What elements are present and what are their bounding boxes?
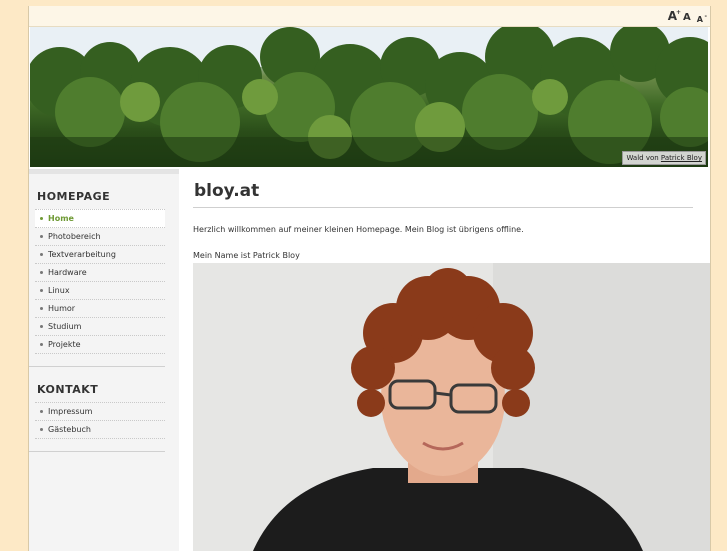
font-size-controls: A + A A- xyxy=(668,9,707,27)
reset-font-button[interactable]: A xyxy=(683,11,691,27)
sidebar-item-studium[interactable]: Studium xyxy=(35,318,165,336)
header-banner-image: Wald von Patrick Bloy xyxy=(30,27,708,167)
name-text: Mein Name ist Patrick Bloy xyxy=(193,251,300,260)
sidebar-item-gaestebuch[interactable]: Gästebuch xyxy=(35,421,165,439)
sidebar-item-hardware[interactable]: Hardware xyxy=(35,264,165,282)
sidebar-item-linux[interactable]: Linux xyxy=(35,282,165,300)
credit-link[interactable]: Patrick Bloy xyxy=(661,154,702,162)
image-credit: Wald von Patrick Bloy xyxy=(622,151,706,165)
sidebar-item-impressum[interactable]: Impressum xyxy=(35,402,165,421)
sidebar-divider-bottom xyxy=(29,451,165,452)
homepage-nav: Home Photobereich Textverarbeitung Hardw… xyxy=(35,209,165,354)
intro-text: Herzlich willkommen auf meiner kleinen H… xyxy=(193,225,524,234)
sidebar-item-textverarbeitung[interactable]: Textverarbeitung xyxy=(35,246,165,264)
forest-image xyxy=(30,27,708,167)
increase-font-button[interactable]: A + xyxy=(668,9,681,27)
sidebar-item-home[interactable]: Home xyxy=(35,209,165,228)
title-divider xyxy=(193,207,693,208)
sidebar-item-projekte[interactable]: Projekte xyxy=(35,336,165,354)
portrait-photo xyxy=(193,263,710,551)
main-content: bloy.at Herzlich willkommen auf meiner k… xyxy=(193,181,710,260)
page-title: bloy.at xyxy=(194,181,260,201)
page-container: A + A A- Wald von Patrick Bloy HOMEPAGE … xyxy=(28,6,711,551)
decrease-font-button[interactable]: A- xyxy=(697,13,707,27)
portrait-image xyxy=(193,263,710,551)
kontakt-nav: Impressum Gästebuch xyxy=(35,402,165,439)
credit-prefix: Wald von xyxy=(626,154,659,162)
top-bar: A + A A- xyxy=(29,6,710,27)
sidebar: HOMEPAGE Home Photobereich Textverarbeit… xyxy=(29,169,179,551)
sidebar-title-homepage: HOMEPAGE xyxy=(37,190,111,203)
sidebar-item-humor[interactable]: Humor xyxy=(35,300,165,318)
sidebar-title-kontakt: KONTAKT xyxy=(37,383,99,396)
sidebar-divider xyxy=(29,366,165,367)
sidebar-item-photobereich[interactable]: Photobereich xyxy=(35,228,165,246)
